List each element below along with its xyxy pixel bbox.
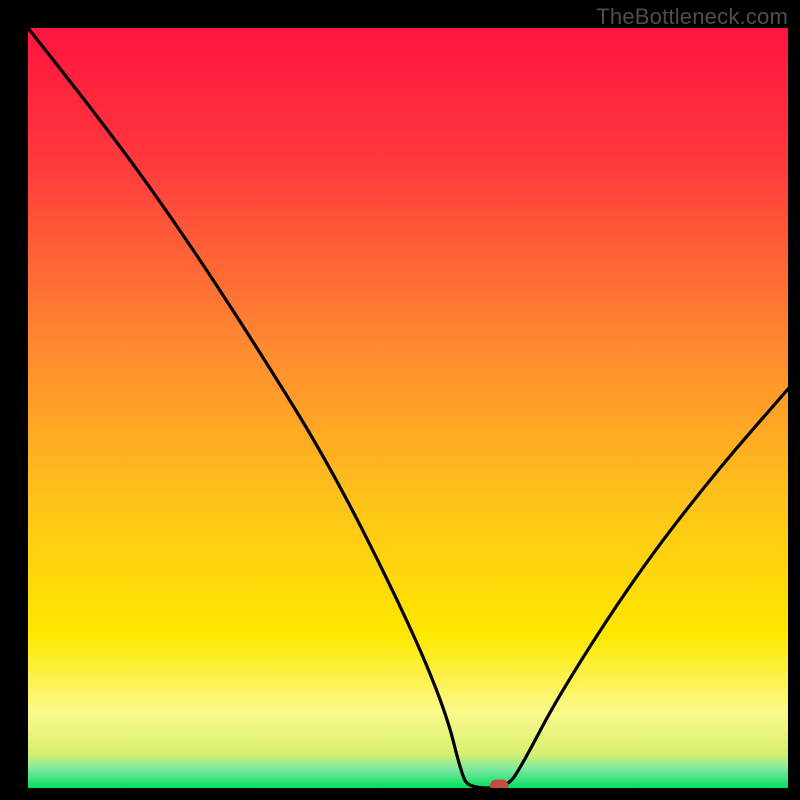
watermark-text: TheBottleneck.com — [596, 4, 788, 30]
bottleneck-chart — [0, 0, 800, 800]
chart-stage: TheBottleneck.com — [0, 0, 800, 800]
chart-gradient-background — [28, 28, 788, 788]
